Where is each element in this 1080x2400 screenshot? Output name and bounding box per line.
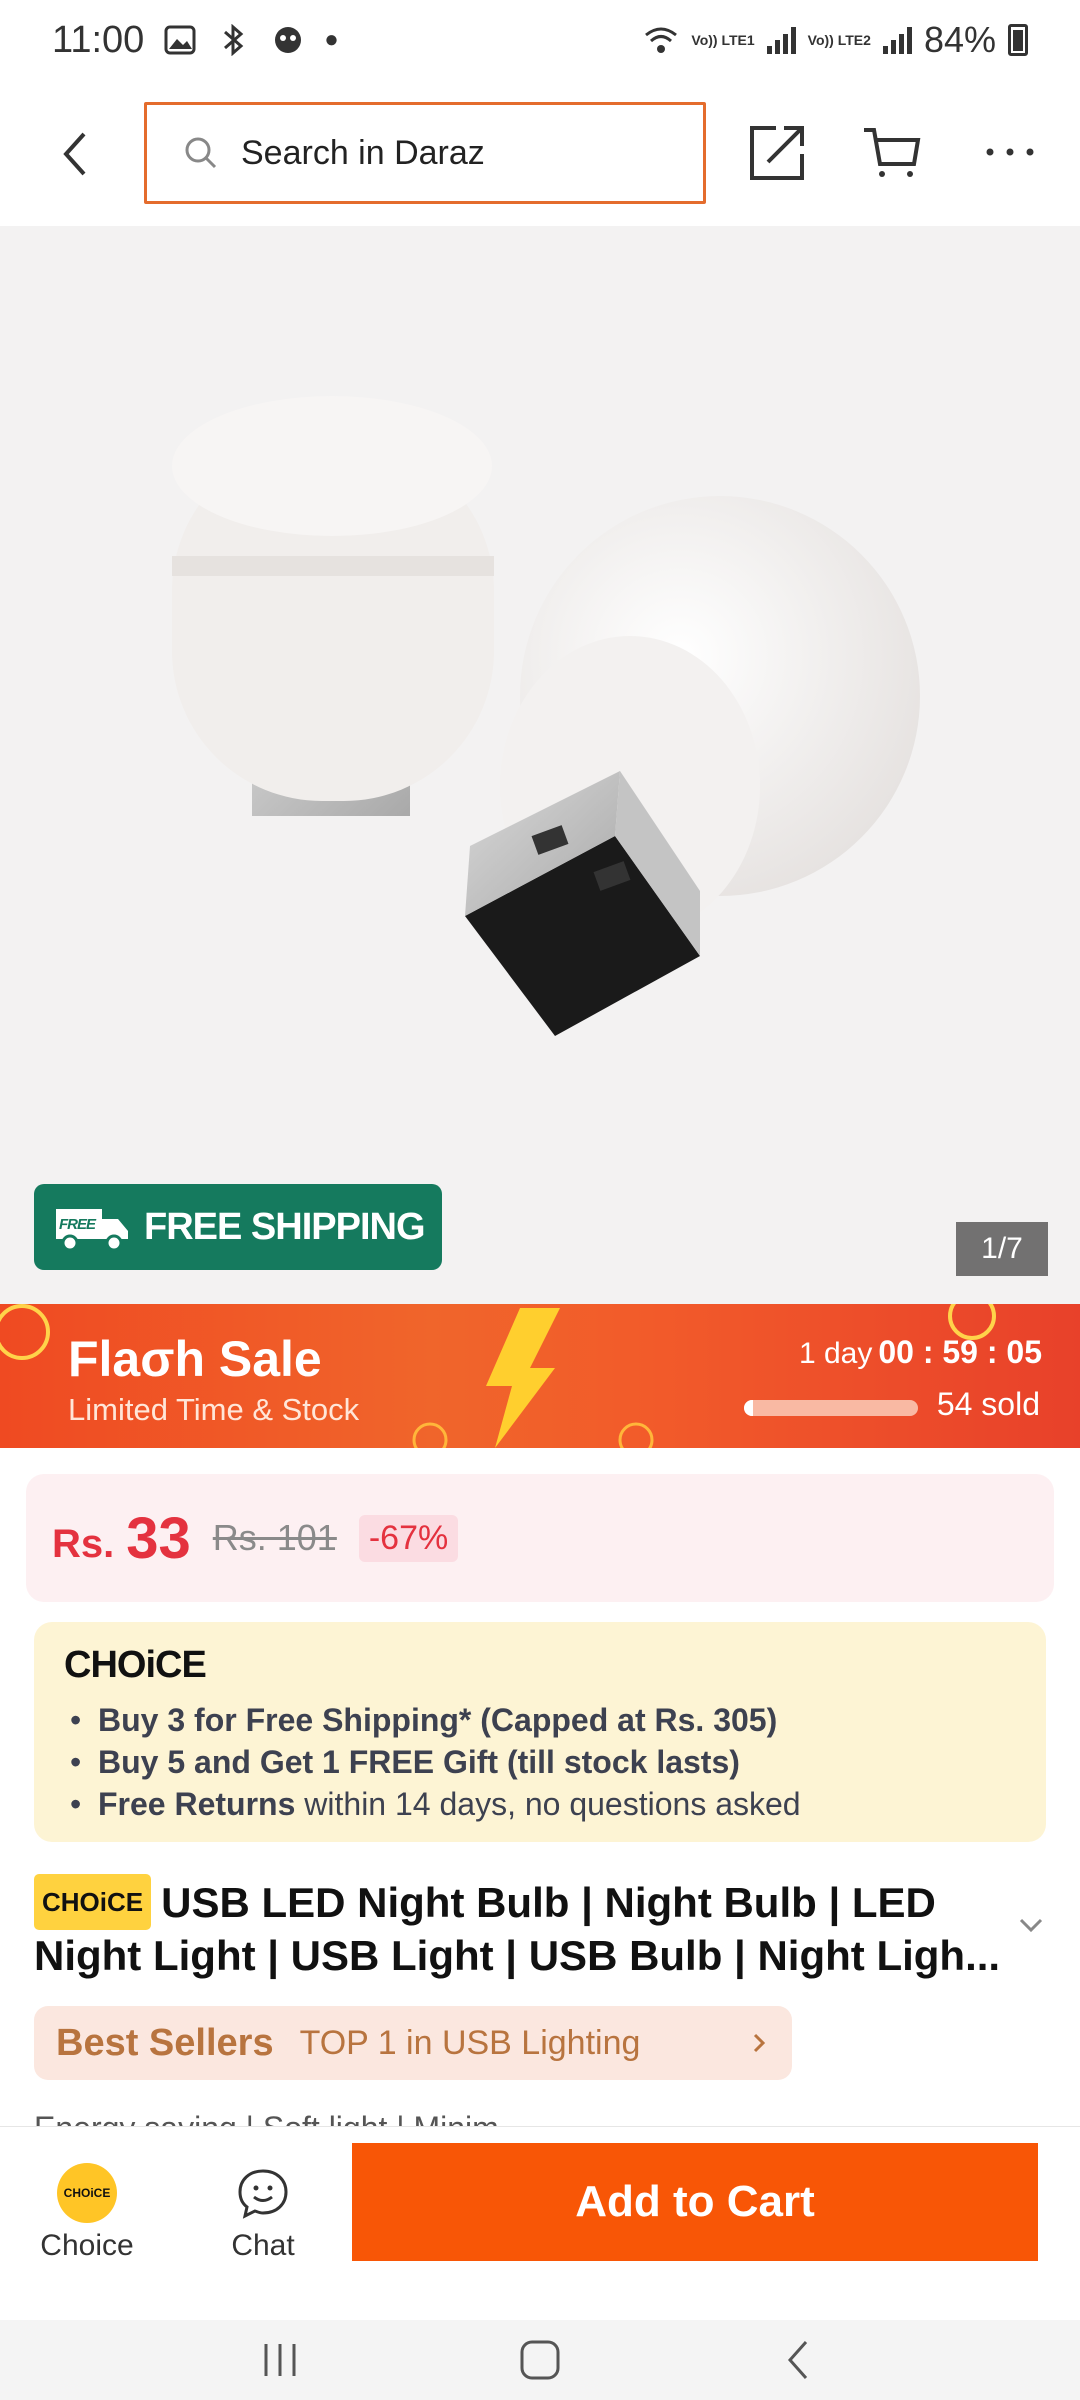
bottom-action-bar: CHOiCE Choice Chat Add to Cart bbox=[0, 2126, 1080, 2320]
back-arrow-icon bbox=[63, 132, 86, 176]
share-button[interactable] bbox=[746, 120, 810, 184]
system-back-button[interactable] bbox=[770, 2330, 830, 2390]
signal-2-icon bbox=[882, 26, 912, 54]
benefit-bold: Buy 5 and Get 1 FREE Gift (till stock la… bbox=[98, 1744, 740, 1780]
system-back-icon bbox=[787, 2341, 808, 2379]
product-title[interactable]: CHOiCE USB LED Night Bulb | Night Bulb | … bbox=[34, 1874, 1014, 1982]
search-placeholder: Search in Daraz bbox=[241, 133, 485, 172]
price-card: Rs. 33 Rs. 101 -67% bbox=[26, 1474, 1054, 1602]
benefit-rest: within 14 days, no questions asked bbox=[295, 1786, 801, 1822]
gallery-notification-icon bbox=[162, 22, 198, 58]
price-currency: Rs. bbox=[52, 1521, 115, 1566]
share-icon bbox=[750, 126, 804, 180]
signal-1-icon bbox=[766, 26, 796, 54]
flash-countdown: 1 day 00 : 59 : 05 bbox=[799, 1334, 1042, 1371]
sold-progress-bar bbox=[744, 1400, 918, 1416]
chat-bubble-icon bbox=[238, 2169, 288, 2219]
sold-progress-fill bbox=[744, 1400, 753, 1416]
chat-tab[interactable]: Chat bbox=[206, 2163, 320, 2291]
cart-icon bbox=[864, 128, 921, 177]
recent-apps-button[interactable] bbox=[250, 2330, 310, 2390]
free-shipping-label: FREE SHIPPING bbox=[144, 1205, 425, 1248]
benefit-bold: Buy 3 for Free Shipping* (Capped at Rs. … bbox=[98, 1702, 778, 1738]
product-image bbox=[172, 396, 920, 1036]
status-time: 11:00 bbox=[52, 18, 145, 61]
sold-count: 54 sold bbox=[936, 1386, 1040, 1422]
choice-tag: CHOiCE bbox=[34, 1874, 152, 1930]
chat-tab-label: Chat bbox=[231, 2229, 295, 2262]
chevron-right-icon bbox=[753, 2033, 766, 2053]
more-notifications-dot: ● bbox=[324, 26, 339, 53]
choice-benefits-card[interactable]: CHOiCE Buy 3 for Free Shipping* (Capped … bbox=[34, 1622, 1046, 1842]
chevron-down-icon bbox=[1019, 1918, 1043, 1933]
choice-benefits-list: Buy 3 for Free Shipping* (Capped at Rs. … bbox=[60, 1699, 1020, 1825]
home-button[interactable] bbox=[510, 2330, 570, 2390]
best-sellers-title: Best Sellers bbox=[56, 2021, 274, 2064]
current-price: 33 bbox=[126, 1505, 191, 1571]
top-nav: Search in Daraz bbox=[0, 80, 1080, 226]
best-sellers-link[interactable]: Best Sellers TOP 1 in USB Lighting bbox=[34, 2006, 792, 2080]
recent-apps-icon bbox=[264, 2344, 296, 2376]
status-left: 11:00 ● bbox=[52, 19, 339, 62]
benefit-bold: Free Returns bbox=[98, 1786, 296, 1822]
app-notification-icon bbox=[270, 22, 306, 58]
discount-badge: -67% bbox=[358, 1514, 459, 1562]
free-shipping-badge: FREE FREE SHIPPING bbox=[34, 1184, 442, 1270]
network-1-text: Vo)) LTE1 bbox=[691, 32, 755, 48]
home-icon bbox=[520, 2340, 560, 2380]
back-button[interactable] bbox=[48, 124, 108, 184]
network-2-text: Vo)) LTE2 bbox=[807, 32, 871, 48]
best-sellers-rank: TOP 1 in USB Lighting bbox=[299, 2023, 641, 2062]
search-icon bbox=[185, 137, 217, 169]
battery-icon bbox=[1008, 24, 1028, 56]
benefit-item: Buy 3 for Free Shipping* (Capped at Rs. … bbox=[60, 1699, 1020, 1741]
original-price: Rs. 101 bbox=[212, 1517, 337, 1558]
more-options-button[interactable] bbox=[980, 120, 1040, 184]
wifi-icon bbox=[643, 22, 679, 58]
product-title-text: USB LED Night Bulb | Night Bulb | LED Ni… bbox=[34, 1879, 1001, 1979]
status-bar: 11:00 ● Vo)) LTE1 Vo)) LTE2 84% bbox=[0, 0, 1080, 80]
battery-percent: 84% bbox=[923, 19, 996, 60]
image-pager: 1/7 bbox=[956, 1222, 1048, 1276]
product-image-gallery[interactable]: FREE FREE SHIPPING 1/7 bbox=[0, 226, 1080, 1304]
status-right: Vo)) LTE1 Vo)) LTE2 84% bbox=[643, 19, 1028, 61]
benefit-item: Free Returns within 14 days, no question… bbox=[60, 1783, 1020, 1825]
flash-sale-banner[interactable]: Flaσh Sale Limited Time & Stock 1 day 00… bbox=[0, 1304, 1080, 1448]
add-to-cart-button[interactable]: Add to Cart bbox=[352, 2143, 1038, 2261]
expand-title-button[interactable] bbox=[1016, 1910, 1046, 1940]
choice-tab-label: Choice bbox=[40, 2229, 134, 2262]
network-1-label: Vo)) LTE1 bbox=[691, 33, 754, 47]
countdown-days: 1 day bbox=[798, 1337, 873, 1370]
choice-logo: CHOiCE bbox=[64, 1644, 207, 1686]
flash-sale-subtitle: Limited Time & Stock bbox=[68, 1392, 360, 1427]
choice-coin-icon: CHOiCE bbox=[57, 2163, 117, 2223]
delivery-truck-icon: FREE bbox=[56, 1209, 128, 1252]
system-nav-bar bbox=[0, 2320, 1080, 2400]
flash-sale-title: Flaσh Sale bbox=[68, 1331, 322, 1387]
network-2-label: Vo)) LTE2 bbox=[808, 33, 871, 47]
search-input[interactable]: Search in Daraz bbox=[144, 102, 706, 204]
free-badge-text: FREE bbox=[59, 1216, 97, 1233]
countdown-timer: 00 : 59 : 05 bbox=[878, 1334, 1042, 1370]
benefit-item: Buy 5 and Get 1 FREE Gift (till stock la… bbox=[60, 1741, 1020, 1783]
bluetooth-notification-icon bbox=[216, 22, 252, 58]
cart-button[interactable] bbox=[860, 120, 924, 184]
more-dots-icon bbox=[986, 148, 1034, 156]
choice-tab[interactable]: CHOiCE Choice bbox=[30, 2163, 144, 2291]
